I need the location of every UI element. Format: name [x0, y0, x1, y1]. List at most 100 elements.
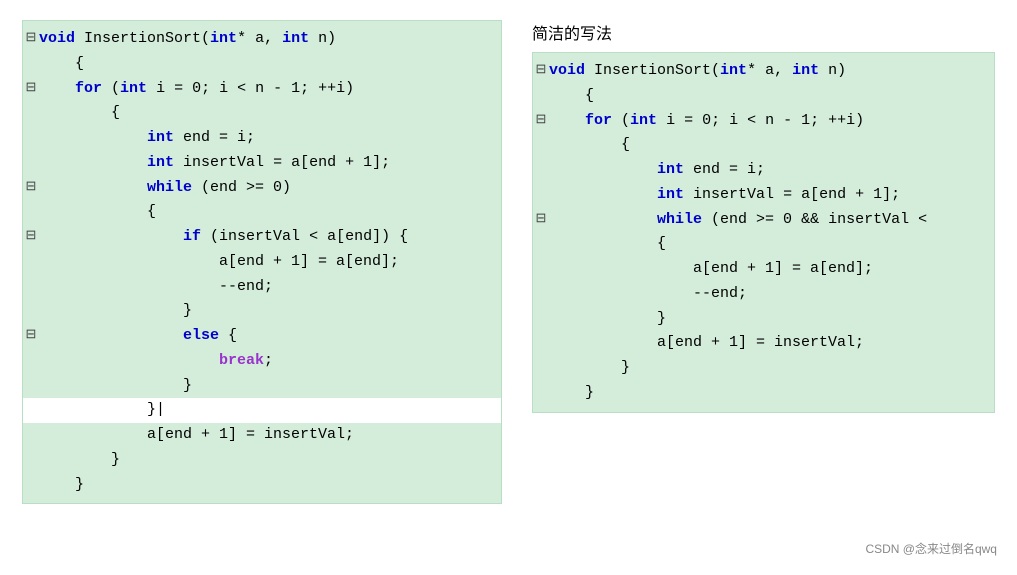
line-content: a[end + 1] = insertVal;: [549, 331, 988, 356]
keyword-token: if: [183, 228, 201, 245]
code-token: }: [39, 476, 84, 493]
code-line: a[end + 1] = insertVal;: [533, 331, 994, 356]
code-token: --end;: [39, 278, 273, 295]
keyword-token: int: [120, 80, 147, 97]
fold-icon[interactable]: ⊟: [23, 80, 39, 96]
code-line: }: [23, 473, 501, 498]
code-token: (end >= 0): [192, 179, 291, 196]
fold-icon[interactable]: ⊟: [533, 62, 549, 78]
code-token: [39, 80, 75, 97]
code-token: }: [39, 302, 192, 319]
code-line: a[end + 1] = a[end];: [23, 250, 501, 275]
code-token: {: [219, 327, 237, 344]
watermark: CSDN @念来过倒名qwq: [865, 540, 997, 557]
code-token: (insertVal < a[end]) {: [201, 228, 408, 245]
keyword-token: int: [630, 112, 657, 129]
code-token: (: [612, 112, 630, 129]
line-content: int insertVal = a[end + 1];: [39, 151, 495, 176]
code-line: ⊟void InsertionSort(int* a, int n): [23, 27, 501, 52]
line-content: else {: [39, 324, 495, 349]
code-line: --end;: [23, 275, 501, 300]
code-token: insertVal = a[end + 1];: [174, 154, 390, 171]
code-token: [39, 228, 183, 245]
code-token: i = 0; i < n - 1; ++i): [657, 112, 864, 129]
code-line: }: [23, 448, 501, 473]
line-content: while (end >= 0): [39, 176, 495, 201]
right-panel: 简洁的写法 ⊟void InsertionSort(int* a, int n)…: [532, 20, 995, 504]
code-token: n): [309, 30, 336, 47]
line-content: int end = i;: [39, 126, 495, 151]
line-content: }: [39, 473, 495, 498]
keyword-token: int: [657, 161, 684, 178]
code-token: [39, 154, 147, 171]
fold-icon[interactable]: ⊟: [23, 30, 39, 46]
code-line: ⊟ for (int i = 0; i < n - 1; ++i): [23, 77, 501, 102]
code-line: }: [23, 299, 501, 324]
keyword-token: void: [39, 30, 75, 47]
code-token: {: [549, 235, 666, 252]
keyword-token: while: [147, 179, 192, 196]
code-token: }: [39, 451, 120, 468]
code-line: int insertVal = a[end + 1];: [23, 151, 501, 176]
keyword-token: int: [720, 62, 747, 79]
code-line: ⊟void InsertionSort(int* a, int n): [533, 59, 994, 84]
code-token: [549, 186, 657, 203]
code-token: {: [549, 87, 594, 104]
code-token: }: [39, 377, 192, 394]
code-token: }: [549, 359, 630, 376]
fold-icon[interactable]: ⊟: [23, 228, 39, 244]
code-token: {: [549, 136, 630, 153]
code-token: a[end + 1] = insertVal;: [39, 426, 354, 443]
fold-icon[interactable]: ⊟: [23, 179, 39, 195]
code-token: |: [156, 401, 165, 418]
code-token: [549, 211, 657, 228]
code-token: [39, 179, 147, 196]
code-token: InsertionSort(: [585, 62, 720, 79]
line-content: {: [39, 200, 495, 225]
right-code-block: ⊟void InsertionSort(int* a, int n) {⊟ fo…: [532, 52, 995, 413]
code-line: a[end + 1] = insertVal;: [23, 423, 501, 448]
keyword-token: int: [210, 30, 237, 47]
code-token: a[end + 1] = a[end];: [39, 253, 399, 270]
page-wrapper: ⊟void InsertionSort(int* a, int n) {⊟ fo…: [10, 10, 1007, 565]
line-content: int end = i;: [549, 158, 988, 183]
fold-icon[interactable]: ⊟: [533, 211, 549, 227]
code-line: ⊟ if (insertVal < a[end]) {: [23, 225, 501, 250]
code-token: n): [819, 62, 846, 79]
keyword-token: for: [75, 80, 102, 97]
code-token: end = i;: [174, 129, 255, 146]
line-content: void InsertionSort(int* a, int n): [549, 59, 988, 84]
keyword-token: int: [147, 154, 174, 171]
keyword-token: void: [549, 62, 585, 79]
section-title: 简洁的写法: [532, 26, 612, 43]
keyword-token: while: [657, 211, 702, 228]
code-line: {: [533, 133, 994, 158]
keyword-token: int: [657, 186, 684, 203]
fold-icon[interactable]: ⊟: [533, 112, 549, 128]
line-content: int insertVal = a[end + 1];: [549, 183, 988, 208]
right-code: ⊟void InsertionSort(int* a, int n) {⊟ fo…: [532, 52, 995, 413]
code-token: [549, 161, 657, 178]
line-content: a[end + 1] = a[end];: [39, 250, 495, 275]
keyword-token: for: [585, 112, 612, 129]
line-content: while (end >= 0 && insertVal <: [549, 208, 988, 233]
code-token: [39, 352, 219, 369]
code-token: }: [549, 310, 666, 327]
left-panel: ⊟void InsertionSort(int* a, int n) {⊟ fo…: [22, 20, 502, 504]
code-line: }: [23, 374, 501, 399]
code-line: int insertVal = a[end + 1];: [533, 183, 994, 208]
break-keyword-token: break: [219, 352, 264, 369]
code-token: InsertionSort(: [75, 30, 210, 47]
keyword-token: int: [282, 30, 309, 47]
code-token: ;: [264, 352, 273, 369]
line-content: a[end + 1] = insertVal;: [39, 423, 495, 448]
keyword-token: else: [183, 327, 219, 344]
code-token: a[end + 1] = a[end];: [549, 260, 873, 277]
code-token: insertVal = a[end + 1];: [684, 186, 900, 203]
code-line: }: [533, 381, 994, 406]
line-content: {: [549, 232, 988, 257]
fold-icon[interactable]: ⊟: [23, 327, 39, 343]
line-content: --end;: [39, 275, 495, 300]
code-token: }: [39, 401, 156, 418]
code-line: ⊟ else {: [23, 324, 501, 349]
